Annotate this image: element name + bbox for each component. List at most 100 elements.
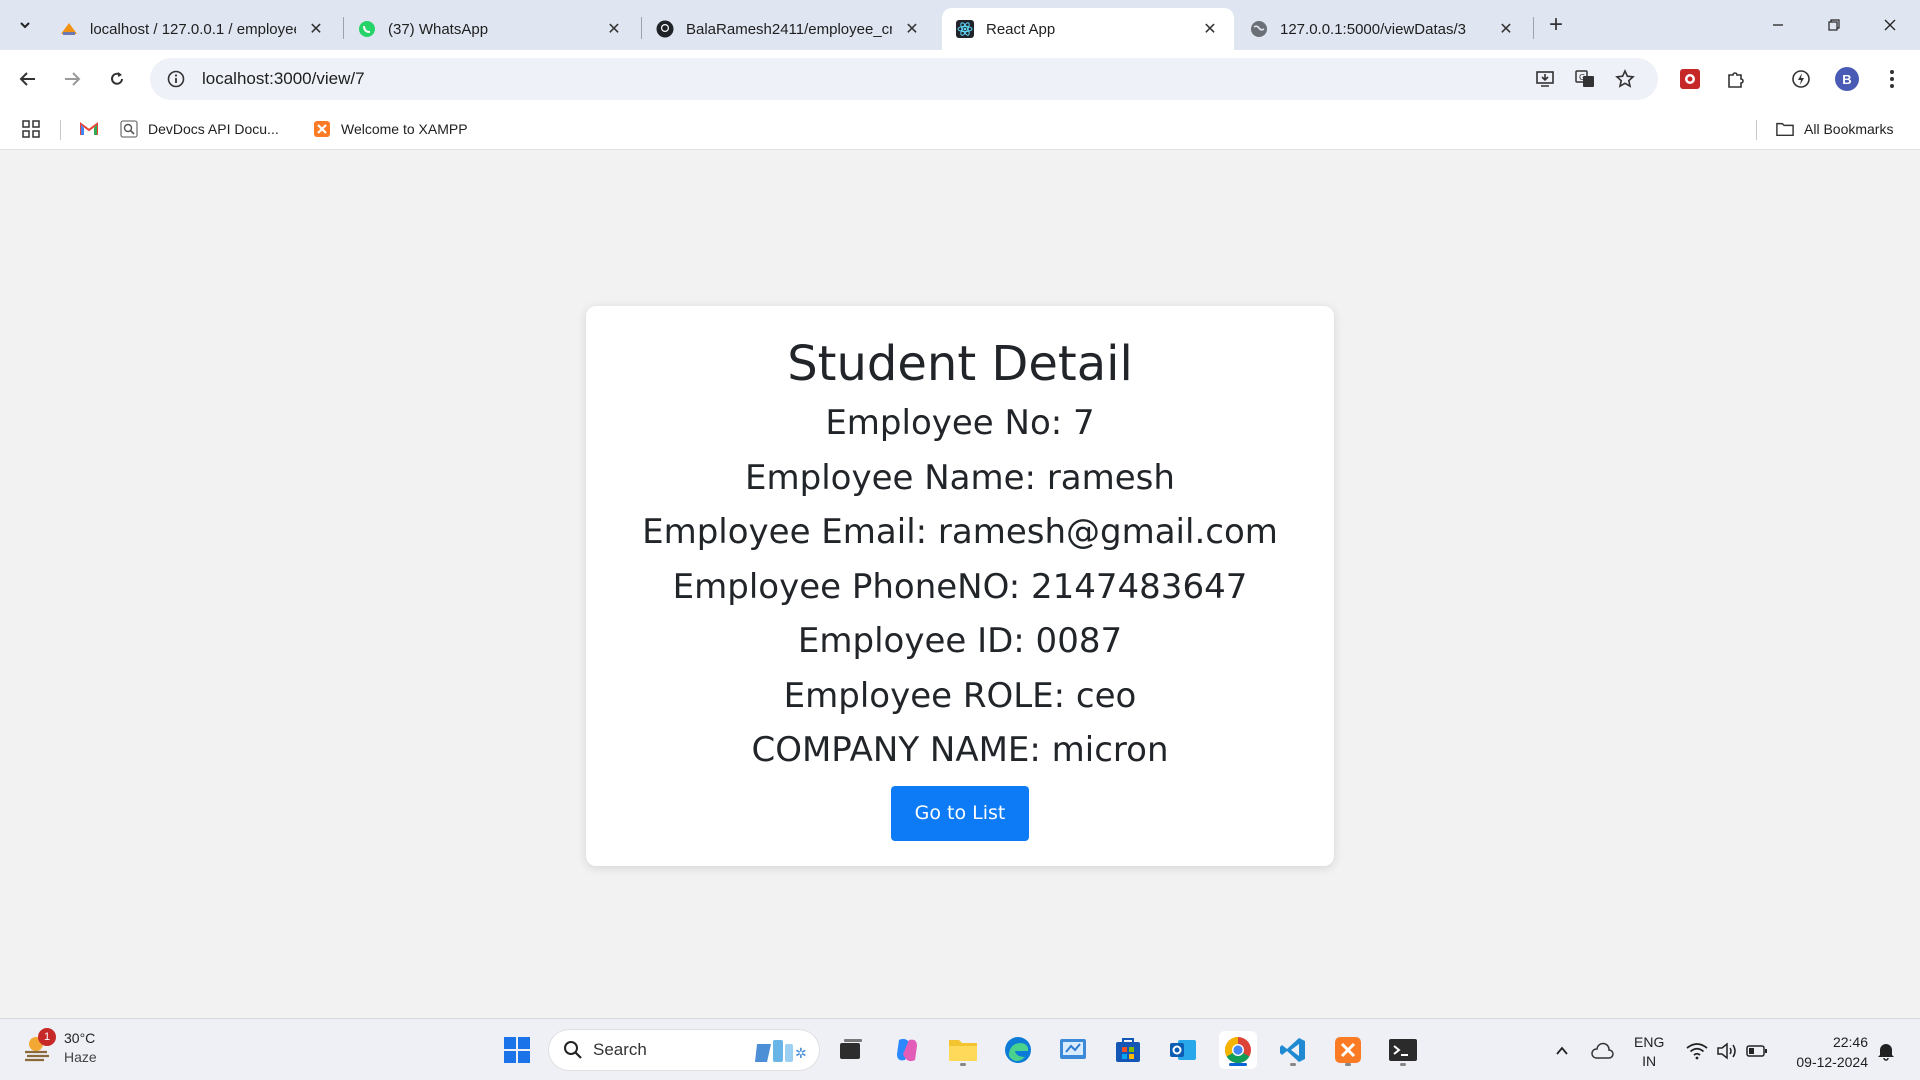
translate-icon[interactable]: G xyxy=(1570,64,1600,94)
battery-icon xyxy=(1746,1045,1767,1057)
tab-phpmyadmin[interactable]: localhost / 127.0.0.1 / employee ✕ xyxy=(46,8,340,50)
close-icon[interactable]: ✕ xyxy=(1200,19,1220,39)
bell-icon xyxy=(1878,1044,1894,1061)
globe-icon xyxy=(1250,20,1268,38)
control-panel-button[interactable] xyxy=(1054,1031,1092,1069)
xampp-button[interactable] xyxy=(1329,1031,1367,1069)
employee-email: Employee Email: ramesh@gmail.com xyxy=(642,512,1278,552)
performance-icon[interactable] xyxy=(1785,63,1817,95)
edge-button[interactable] xyxy=(999,1031,1037,1069)
tab-title: BalaRamesh2411/employee_cru xyxy=(686,20,892,38)
arrow-right-icon xyxy=(65,72,81,86)
all-bookmarks-button[interactable]: All Bookmarks xyxy=(1776,117,1893,141)
phpmyadmin-icon xyxy=(60,20,78,38)
tab-title: 127.0.0.1:5000/viewDatas/3 xyxy=(1280,20,1466,38)
wifi-tray-button[interactable] xyxy=(1683,1037,1711,1065)
svg-text:G: G xyxy=(1579,73,1585,82)
react-icon xyxy=(956,20,974,38)
language-indicator[interactable]: ENG IN xyxy=(1634,1033,1664,1071)
battery-tray-button[interactable] xyxy=(1743,1037,1771,1065)
gmail-icon xyxy=(80,122,98,135)
tab-whatsapp[interactable]: (37) WhatsApp ✕ xyxy=(344,8,638,50)
taskbar: 1 30°C Haze Search ✲ ENG IN 22:46 09-12-… xyxy=(0,1018,1920,1080)
employee-phone: Employee PhoneNO: 2147483647 xyxy=(672,566,1248,607)
taskbar-search[interactable]: Search ✲ xyxy=(548,1029,820,1071)
onedrive-tray-button[interactable] xyxy=(1588,1037,1616,1065)
bookmark-star-icon[interactable] xyxy=(1610,64,1640,94)
terminal-button[interactable] xyxy=(1384,1031,1422,1069)
tab-separator xyxy=(1533,17,1534,39)
apps-grid-icon xyxy=(22,120,40,138)
search-icon xyxy=(564,1041,582,1059)
windows-icon xyxy=(504,1037,530,1063)
minimize-icon xyxy=(1773,24,1783,26)
all-bookmarks-label: All Bookmarks xyxy=(1804,121,1894,137)
apps-button[interactable] xyxy=(22,117,40,141)
weather-widget[interactable]: 1 30°C Haze xyxy=(22,1028,97,1067)
copilot-icon xyxy=(897,1038,917,1062)
install-app-icon[interactable] xyxy=(1530,64,1560,94)
outlook-button[interactable] xyxy=(1164,1031,1202,1069)
go-to-list-button[interactable]: Go to List xyxy=(890,785,1030,841)
tab-viewdatas[interactable]: 127.0.0.1:5000/viewDatas/3 ✕ xyxy=(1236,8,1530,50)
search-label: Search xyxy=(593,1040,647,1059)
detail-card: Student Detail Employee No: 7 Employee N… xyxy=(586,306,1334,866)
task-view-icon xyxy=(840,1039,862,1059)
bookmark-xampp[interactable]: Welcome to XAMPP xyxy=(313,117,468,141)
control-panel-icon xyxy=(1060,1039,1086,1059)
volume-tray-button[interactable] xyxy=(1713,1037,1741,1065)
new-tab-button[interactable]: + xyxy=(1542,11,1570,39)
reload-button[interactable] xyxy=(101,63,133,95)
running-indicator xyxy=(1290,1063,1296,1066)
tab-react-app[interactable]: React App ✕ xyxy=(942,8,1234,50)
chevron-down-icon xyxy=(20,22,30,29)
file-explorer-button[interactable] xyxy=(944,1031,982,1069)
close-icon[interactable]: ✕ xyxy=(306,19,326,39)
extensions-puzzle-icon[interactable] xyxy=(1720,63,1752,95)
copilot-button[interactable] xyxy=(888,1031,926,1069)
restore-button[interactable] xyxy=(1814,10,1854,40)
extension-red-icon[interactable] xyxy=(1674,63,1706,95)
speaker-icon xyxy=(1717,1042,1736,1060)
close-icon[interactable]: ✕ xyxy=(902,19,922,39)
clock-time: 22:46 xyxy=(1832,1034,1868,1050)
outlook-icon xyxy=(1170,1040,1196,1060)
vscode-button[interactable] xyxy=(1274,1031,1312,1069)
bookmarks-bar: DevDocs API Docu... Welcome to XAMPP All… xyxy=(0,108,1920,150)
taskview-button[interactable] xyxy=(832,1031,870,1069)
tab-search-button[interactable] xyxy=(10,10,40,40)
search-highlight-icon: ✲ xyxy=(755,1040,807,1062)
running-indicator xyxy=(960,1063,966,1066)
weather-haze-icon: 1 xyxy=(22,1028,56,1064)
bookmark-devdocs[interactable]: DevDocs API Docu... xyxy=(120,117,279,141)
bookmark-gmail[interactable] xyxy=(80,117,98,141)
minimize-button[interactable] xyxy=(1758,10,1798,40)
store-icon xyxy=(1116,1038,1140,1062)
tab-github[interactable]: BalaRamesh2411/employee_cru ✕ xyxy=(642,8,936,50)
close-window-button[interactable] xyxy=(1870,10,1910,40)
page-title: Student Detail xyxy=(787,336,1133,392)
close-icon[interactable]: ✕ xyxy=(1496,19,1516,39)
employee-name: Employee Name: ramesh xyxy=(745,457,1175,498)
close-icon[interactable]: ✕ xyxy=(604,19,624,39)
back-button[interactable] xyxy=(12,63,44,95)
notifications-button[interactable] xyxy=(1872,1037,1900,1065)
chrome-button[interactable] xyxy=(1219,1031,1257,1069)
page-content: Student Detail Employee No: 7 Employee N… xyxy=(0,151,1920,1018)
show-hidden-icons-button[interactable] xyxy=(1548,1037,1576,1065)
clock[interactable]: 22:46 09-12-2024 xyxy=(1782,1032,1868,1072)
url-input[interactable] xyxy=(202,69,1402,89)
devdocs-icon xyxy=(120,120,138,138)
profile-avatar[interactable]: B xyxy=(1831,63,1863,95)
notification-badge: 1 xyxy=(38,1028,56,1046)
weather-temp: 30°C xyxy=(64,1030,96,1046)
site-info-icon[interactable] xyxy=(156,59,196,99)
address-bar[interactable]: G xyxy=(150,58,1658,100)
forward-button[interactable] xyxy=(56,63,88,95)
menu-button[interactable] xyxy=(1876,63,1908,95)
bookmark-separator xyxy=(60,120,61,140)
start-button[interactable] xyxy=(498,1031,536,1069)
lang-line2: IN xyxy=(1642,1053,1657,1069)
clock-date: 09-12-2024 xyxy=(1796,1054,1868,1070)
store-button[interactable] xyxy=(1109,1031,1147,1069)
